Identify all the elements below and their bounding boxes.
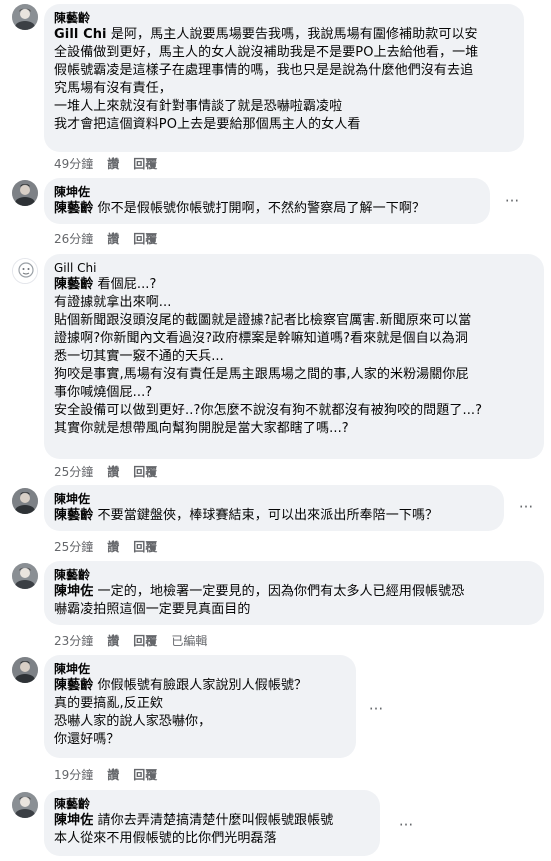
comment-text: 你不是假帳號你帳號打開啊，不然約警察局了解一下啊？ [93, 201, 426, 216]
avatar[interactable] [12, 180, 38, 206]
comment-mention[interactable]: Gill Chi [54, 27, 107, 42]
comment-author[interactable]: 陳坤佐 [54, 184, 480, 200]
comment-line: 真的要搞亂,反正欸 [54, 696, 164, 711]
reply-button[interactable]: 回覆 [133, 232, 157, 246]
comment-bubble: 陳坤佐 陳藝齡 你假帳號有臉跟人家說別人假帳號？ 真的要搞亂,反正欸 恐嚇人家的… [44, 655, 356, 758]
avatar-photo-icon [12, 4, 38, 30]
comment-author[interactable]: 陳坤佐 [54, 661, 346, 677]
comment-line: 一堆人上來就沒有針對事情談了就是恐嚇啦霸凌啦 [54, 99, 343, 114]
comment-line: 我才會把這個資料PO上去是要給那個馬主人的女人看 [54, 117, 361, 132]
more-options-icon[interactable]: ··· [502, 194, 522, 212]
comment-timestamp[interactable]: 19分鐘 [54, 768, 93, 782]
comment-line: 事你喊燒個屁...? [54, 385, 153, 400]
like-button[interactable]: 讚 [107, 768, 119, 782]
comment-actions: 23分鐘讚回覆 已編輯 [54, 634, 221, 648]
avatar[interactable] [12, 792, 38, 818]
like-button[interactable]: 讚 [107, 232, 119, 246]
avatar-photo-icon [13, 259, 37, 283]
comment-author[interactable]: 陳坤佐 [54, 491, 494, 507]
comment-timestamp[interactable]: 26分鐘 [54, 232, 93, 246]
comment-bubble: Gill Chi 陳藝齡 看個屁...? 有證據就拿出來啊... 貼個新聞跟沒頭… [44, 254, 544, 459]
comment-line: 陳藝齡 不要當鍵盤俠，棒球賽結束，可以出來派出所奉陪一下嗎？ [54, 507, 494, 525]
reply-button[interactable]: 回覆 [133, 540, 157, 554]
avatar-photo-icon [12, 488, 38, 514]
reply-button[interactable]: 回覆 [133, 465, 157, 479]
comment-timestamp[interactable]: 23分鐘 [54, 634, 93, 648]
comment-line: 嚇霸凌拍照這個一定要見真面目的 [54, 602, 251, 617]
comment-text: 不要當鍵盤俠，棒球賽結束，可以出來派出所奉陪一下嗎？ [93, 508, 439, 523]
comment-mention[interactable]: 陳藝齡 [54, 508, 93, 523]
comment-text: 請你去弄清楚搞清楚什麼叫假帳號跟帳號 [93, 813, 334, 828]
more-options-icon[interactable]: ··· [366, 702, 386, 720]
comment-line: 你還好嗎？ [54, 732, 120, 747]
comment-line: 恐嚇人家的說人家恐嚇你， [54, 714, 212, 729]
more-options-icon[interactable]: ··· [516, 500, 536, 518]
comment-author[interactable]: 陳藝齡 [54, 567, 534, 583]
avatar-photo-icon [12, 792, 38, 818]
like-button[interactable]: 讚 [107, 540, 119, 554]
comment-mention[interactable]: 陳坤佐 [54, 584, 93, 599]
comment-actions: 26分鐘讚回覆 [54, 232, 171, 246]
comment-line: Gill Chi 是阿，馬主人說要馬場要告我嗎，我說馬場有圍修補助款可以安 [54, 26, 514, 44]
comment-text: 看個屁...? [93, 277, 157, 292]
comment-bubble: 陳藝齡 陳坤佐 一定的，地檢署一定要見的，因為你們有太多人已經用假帳號恐 嚇霸凌… [44, 561, 544, 625]
comment-bubble: 陳藝齡 Gill Chi 是阿，馬主人說要馬場要告我嗎，我說馬場有圍修補助款可以… [44, 4, 524, 152]
comment-author[interactable]: 陳藝齡 [54, 10, 514, 26]
like-button[interactable]: 讚 [107, 465, 119, 479]
comment-text: 你假帳號有臉跟人家說別人假帳號？ [93, 678, 308, 693]
comment-line: 全設備做到更好，馬主人的女人說沒補助我是不是要PO上去給他看，一堆 [54, 45, 479, 60]
comment-text: 是阿，馬主人說要馬場要告我嗎，我說馬場有圍修補助款可以安 [106, 27, 478, 42]
comment-line: 陳坤佐 請你去弄清楚搞清楚什麼叫假帳號跟帳號 [54, 812, 370, 830]
comment-actions: 49分鐘讚回覆 [54, 157, 171, 171]
comment-author[interactable]: 陳藝齡 [54, 796, 370, 812]
comment-line: 狗咬是事實,馬場有沒有責任是馬主跟馬場之間的事,人家的米粉湯關你屁 [54, 367, 469, 382]
avatar-photo-icon [12, 657, 38, 683]
comment-line: 陳藝齡 你假帳號有臉跟人家說別人假帳號？ [54, 677, 346, 695]
avatar-photo-icon [12, 563, 38, 589]
comment-mention[interactable]: 陳藝齡 [54, 201, 93, 216]
comment-line: 陳坤佐 一定的，地檢署一定要見的，因為你們有太多人已經用假帳號恐 [54, 583, 534, 601]
comment-line: 假帳號霸凌是這樣子在處理事情的嗎，我也只是是說為什麼他們沒有去追 [54, 63, 474, 78]
reply-button[interactable]: 回覆 [133, 157, 157, 171]
like-button[interactable]: 讚 [107, 634, 119, 648]
comment-actions: 25分鐘讚回覆 [54, 465, 171, 479]
comment-bubble: 陳藝齡 陳坤佐 請你去弄清楚搞清楚什麼叫假帳號跟帳號 本人從來不用假帳號的比你們… [44, 790, 380, 856]
comment-mention[interactable]: 陳坤佐 [54, 813, 93, 828]
comment-text: 一定的，地檢署一定要見的，因為你們有太多人已經用假帳號恐 [93, 584, 465, 599]
comment-line: 安全設備可以做到更好..?你怎麼不說沒有狗不就都沒有被狗咬的問題了...? [54, 403, 483, 418]
comment-timestamp[interactable]: 49分鐘 [54, 157, 93, 171]
comment-mention[interactable]: 陳藝齡 [54, 678, 93, 693]
avatar[interactable] [12, 4, 38, 30]
comment-line: 有證據就拿出來啊... [54, 295, 172, 310]
more-options-icon[interactable]: ··· [396, 818, 416, 836]
reply-button[interactable]: 回覆 [133, 634, 157, 648]
comment-line: 其實你就是想帶風向幫狗開脫是當大家都瞎了嗎...? [54, 421, 349, 436]
comment-actions: 19分鐘讚回覆 [54, 768, 171, 782]
edited-label[interactable]: 已編輯 [171, 634, 207, 648]
comment-line: 證據啊?你新聞內文看過沒?政府標案是幹嘛知道嗎?看來就是個自以為洞 [54, 331, 468, 346]
comment-actions: 25分鐘讚回覆 [54, 540, 171, 554]
comment-line: 究馬場有沒有責任， [54, 81, 172, 96]
comment-line: 悉一切其實一竅不通的天兵... [54, 349, 224, 364]
like-button[interactable]: 讚 [107, 157, 119, 171]
comment-bubble: 陳坤佐 陳藝齡 不要當鍵盤俠，棒球賽結束，可以出來派出所奉陪一下嗎？ [44, 485, 504, 531]
comment-line: 貼個新聞跟沒頭沒尾的截圖就是證據?記者比檢察官厲害.新聞原來可以當 [54, 313, 472, 328]
comment-line: 陳藝齡 你不是假帳號你帳號打開啊，不然約警察局了解一下啊？ [54, 200, 480, 218]
comment-bubble: 陳坤佐 陳藝齡 你不是假帳號你帳號打開啊，不然約警察局了解一下啊？ [44, 178, 490, 224]
comment-timestamp[interactable]: 25分鐘 [54, 465, 93, 479]
reply-button[interactable]: 回覆 [133, 768, 157, 782]
avatar-photo-icon [12, 180, 38, 206]
avatar[interactable] [12, 488, 38, 514]
avatar[interactable] [12, 657, 38, 683]
comment-line: 本人從來不用假帳號的比你們光明磊落 [54, 831, 277, 846]
avatar[interactable] [12, 563, 38, 589]
comment-author[interactable]: Gill Chi [54, 260, 534, 276]
avatar[interactable] [12, 258, 38, 284]
comment-mention[interactable]: 陳藝齡 [54, 277, 93, 292]
comment-line: 陳藝齡 看個屁...? [54, 276, 534, 294]
comment-timestamp[interactable]: 25分鐘 [54, 540, 93, 554]
